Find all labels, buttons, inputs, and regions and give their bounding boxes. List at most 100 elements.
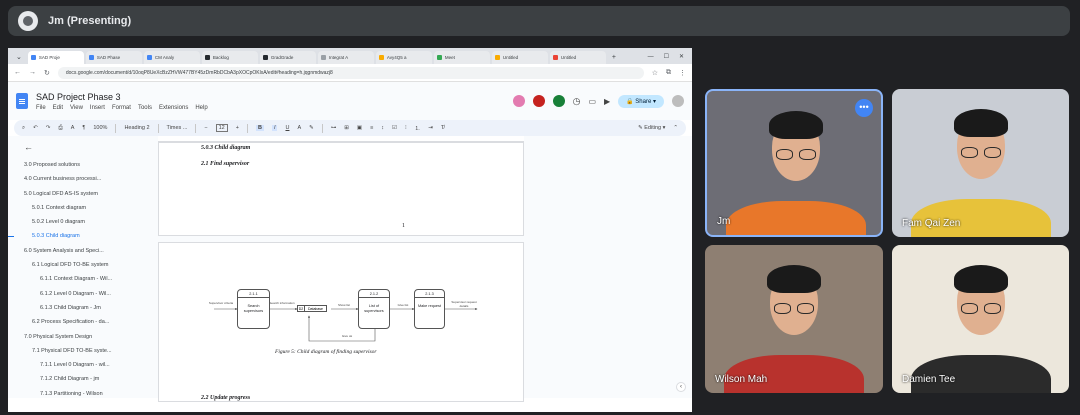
presenter-bar: Jm (Presenting) (8, 6, 1070, 36)
browser-tab[interactable]: SAD Proje (27, 51, 84, 64)
outline-item[interactable]: 4.0 Current business processi... (20, 172, 156, 186)
collaborator-avatar[interactable] (532, 95, 545, 107)
participant-tile[interactable]: Fam Qai Zen (892, 89, 1069, 237)
doc-page[interactable]: 5.0.3 Child diagram 2.1 Find supervisor … (158, 142, 524, 236)
spellcheck-icon[interactable]: A (71, 125, 75, 131)
menu-item[interactable]: Tools (138, 105, 152, 111)
meet-window: Jm (Presenting) ⌄ SAD Proje SAD Phase CM A… (0, 0, 1080, 415)
share-button[interactable]: 🔒 Share ▾ (618, 94, 664, 108)
menu-item[interactable]: Insert (90, 105, 105, 111)
browser-tab[interactable]: Meet (433, 51, 490, 64)
collaborator-avatar[interactable] (512, 95, 525, 107)
explore-icon[interactable]: ‹ (676, 382, 686, 392)
outline-item[interactable]: 6.1.3 Child Diagram - Jm (20, 301, 156, 315)
browser-tab[interactable]: Backlog (201, 51, 258, 64)
minimize-icon[interactable]: — (648, 51, 654, 64)
browser-tab[interactable]: CM Analy (143, 51, 200, 64)
outline-item[interactable]: 6.1.2 Level 0 Diagram - Wil... (20, 287, 156, 301)
undo-icon[interactable]: ↶ (33, 125, 38, 131)
participant-tile[interactable]: Damien Tee (892, 245, 1069, 393)
menu-item[interactable]: Format (112, 105, 131, 111)
font-select[interactable]: Times ... (167, 125, 188, 131)
forward-icon[interactable]: → (29, 69, 36, 76)
browser-tab[interactable]: Integrat A (317, 51, 374, 64)
search-menus-icon[interactable]: ⌕ (22, 125, 25, 132)
style-select[interactable]: Heading 2 (124, 125, 149, 131)
font-size-input[interactable]: 12 (215, 124, 228, 132)
collapse-toolbar-icon[interactable]: ⌃ (673, 125, 678, 131)
browser-tab[interactable]: SAD Phase (85, 51, 142, 64)
tab-label: Untitled (502, 55, 519, 60)
bold-icon[interactable]: B (255, 125, 264, 131)
align-icon[interactable]: ≡ (370, 125, 373, 131)
insert-comment-icon[interactable]: ⊞ (344, 125, 349, 131)
url-input[interactable]: docs.google.com/document/d/10oqP8UeXcBzZ… (57, 66, 644, 79)
history-icon[interactable]: ◷ (573, 96, 581, 107)
outline-item[interactable]: 5.0.2 Level 0 diagram (20, 215, 156, 229)
shared-screen: ⌄ SAD Proje SAD Phase CM Analy Backlog GradG… (8, 48, 692, 412)
paint-format-icon[interactable]: ¶ (82, 125, 85, 131)
docs-logo-icon[interactable] (16, 93, 28, 109)
font-size-increase-icon[interactable]: + (236, 125, 239, 131)
redo-icon[interactable]: ↷ (46, 125, 51, 131)
zoom-select[interactable]: 100% (93, 125, 107, 131)
browser-tab[interactable]: GradGrade (259, 51, 316, 64)
print-icon[interactable]: ⎙ (58, 125, 62, 132)
highlight-icon[interactable]: ✎ (309, 125, 314, 131)
outline-item[interactable]: 6.2 Process Specification - da... (20, 315, 156, 329)
outline-item[interactable]: 7.1.3 Partitioning - Wilson (20, 387, 156, 401)
font-size-decrease-icon[interactable]: − (204, 125, 207, 131)
text-color-icon[interactable]: A (297, 125, 301, 131)
more-options-icon[interactable]: ••• (855, 99, 873, 117)
back-icon[interactable]: ← (14, 69, 21, 76)
outline-item[interactable]: 6.1.1 Context Diagram - Wil... (20, 272, 156, 286)
star-icon[interactable]: ☆ (652, 69, 658, 77)
indent-icon[interactable]: ⇥ (428, 125, 433, 131)
numbered-list-icon[interactable]: ⒈ (415, 124, 421, 132)
collaborator-avatar[interactable] (552, 95, 565, 107)
outline-item[interactable]: 6.0 System Analysis and Speci... (20, 244, 156, 258)
participant-tile[interactable]: Wilson Mah (705, 245, 883, 393)
outline-item[interactable]: 7.1.2 Child Diagram - jm (20, 372, 156, 386)
italic-icon[interactable]: I (271, 125, 278, 131)
outline-item[interactable]: 7.1 Physical DFD TO-BE syste... (20, 344, 156, 358)
underline-icon[interactable]: U (285, 125, 289, 131)
new-tab-icon[interactable]: + (608, 51, 620, 64)
outline-item[interactable]: 3.0 Proposed solutions (20, 158, 156, 172)
line-spacing-icon[interactable]: ↕ (381, 125, 384, 131)
browser-tab[interactable]: Untitled (491, 51, 548, 64)
outline-item[interactable]: 5.0.1 Context diagram (20, 201, 156, 215)
menu-item[interactable]: View (70, 105, 83, 111)
outline-item[interactable]: 5.0.3 Child diagram (8, 229, 156, 243)
link-icon[interactable]: ⊶ (331, 125, 337, 131)
browser-tab[interactable]: Untitled (549, 51, 606, 64)
menu-item[interactable]: File (36, 105, 46, 111)
bullet-list-icon[interactable]: ⁝ (405, 125, 407, 131)
doc-title[interactable]: SAD Project Phase 3 (36, 92, 208, 102)
tab-search-icon[interactable]: ⌄ (12, 51, 26, 64)
outline-item[interactable]: 5.0 Logical DFD AS-IS system (20, 187, 156, 201)
menu-item[interactable]: Help (195, 105, 207, 111)
meet-icon[interactable]: ▶ (604, 97, 610, 106)
doc-page[interactable]: Supervisor criteria Search information S… (158, 242, 524, 402)
maximize-icon[interactable]: ☐ (664, 51, 669, 64)
checklist-icon[interactable]: ☑ (392, 125, 397, 131)
outline-item[interactable]: 7.1.1 Level 0 Diagram - wil... (20, 358, 156, 372)
reload-icon[interactable]: ↻ (44, 69, 50, 77)
menu-item[interactable]: Extensions (159, 105, 188, 111)
outline-item[interactable]: 6.1 Logical DFD TO-BE system (20, 258, 156, 272)
comment-icon[interactable]: ▭ (588, 97, 596, 106)
extensions-icon[interactable]: ⧉ (666, 69, 671, 77)
tab-label: SAD Phase (96, 55, 121, 60)
insert-image-icon[interactable]: ▣ (357, 125, 362, 131)
clear-format-icon[interactable]: T̸ (441, 125, 444, 131)
participant-tile[interactable]: Jm ••• (705, 89, 883, 237)
menu-item[interactable]: Edit (53, 105, 63, 111)
account-avatar[interactable] (672, 95, 684, 107)
outline-item[interactable]: 7.0 Physical System Design (20, 330, 156, 344)
editing-mode-select[interactable]: ✎ Editing ▾ (638, 125, 665, 131)
browser-tab[interactable]: Avy4Q5 a (375, 51, 432, 64)
browser-menu-icon[interactable]: ⋮ (679, 69, 686, 77)
close-icon[interactable]: ✕ (679, 51, 684, 64)
close-outline-icon[interactable]: ← (24, 142, 156, 152)
